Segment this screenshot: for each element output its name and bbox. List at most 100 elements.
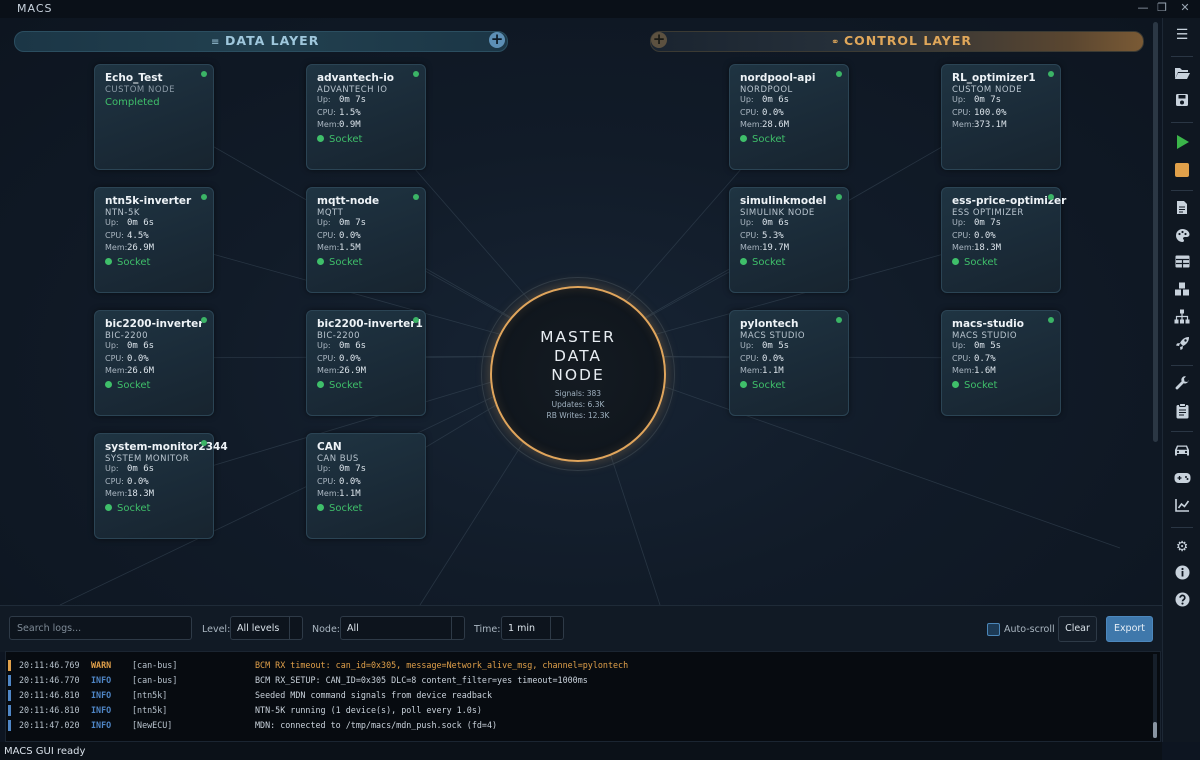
stat-cpu: CPU: 0.0% — [952, 230, 996, 241]
node-type: MACS STUDIO — [740, 331, 806, 341]
stat-cpu: CPU: 4.5% — [105, 230, 149, 241]
stat-mem: Mem:18.3M — [105, 489, 155, 499]
chart-line-icon[interactable] — [1172, 498, 1192, 516]
stat-up: Up: 0m 6s — [105, 464, 155, 474]
node-card-bic2200-inverter1[interactable]: bic2200-inverter1 BIC-2200 Up: 0m 6s CPU:… — [306, 310, 426, 416]
node-title: nordpool-api — [740, 72, 816, 84]
master-data-node[interactable]: MASTER DATA NODE Signals: 383 Updates: 6… — [490, 286, 666, 462]
node-card-echo-test[interactable]: Echo_Test CUSTOM NODE Completed — [94, 64, 214, 170]
title-bar: MACS — ❐ ✕ — [0, 0, 1200, 18]
add-data-node-button[interactable]: + — [489, 32, 505, 48]
status-text: MACS GUI ready — [4, 746, 86, 757]
gamepad-icon[interactable] — [1172, 471, 1192, 489]
stat-mem: Mem:1.1M — [740, 366, 784, 376]
node-card-system-monitor2344[interactable]: system-monitor2344 SYSTEM MONITOR Up: 0m … — [94, 433, 228, 539]
table-icon[interactable] — [1172, 255, 1192, 273]
gear-icon[interactable]: ⚙ — [1172, 538, 1192, 556]
sidebar-divider — [1171, 190, 1193, 191]
node-card-bic2200-inverter[interactable]: bic2200-inverter BIC-2200 Up: 0m 6s CPU: 0… — [94, 310, 214, 416]
node-card-can[interactable]: CAN CAN BUS Up: 0m 7s CPU: 0.0% Mem:1.1M S… — [306, 433, 426, 539]
status-dot — [836, 317, 842, 323]
node-type: SIMULINK NODE — [740, 208, 815, 218]
node-card-mqtt-node[interactable]: mqtt-node MQTT Up: 0m 7s CPU: 0.0% Mem:1.5… — [306, 187, 426, 293]
stat-up: Up: 0m 7s — [952, 95, 1002, 105]
log-output[interactable]: 20:11:46.769 WARN [can-bus] BCM RX timeo… — [5, 651, 1161, 742]
node-card-advantech-io[interactable]: advantech-io ADVANTECH IO Up: 0m 7s CPU: 1… — [306, 64, 426, 170]
node-card-pylontech[interactable]: pylontech MACS STUDIO Up: 0m 5s CPU: 0.0% … — [729, 310, 849, 416]
socket-dot-icon — [105, 503, 112, 511]
status-dot — [201, 317, 207, 323]
node-card-rl-optimizer1[interactable]: RL_optimizer1 CUSTOM NODE Up: 0m 7s CPU: 1… — [941, 64, 1061, 170]
log-search-input[interactable] — [9, 616, 192, 640]
socket-dot-icon — [105, 257, 112, 265]
socket-dot-icon — [740, 380, 747, 388]
data-layer-header: ≡ DATA LAYER — [14, 31, 508, 52]
stat-mem: Mem:26.9M — [105, 243, 155, 253]
clipboard-icon[interactable] — [1172, 403, 1192, 421]
canvas-scrollbar[interactable] — [1153, 22, 1158, 442]
stat-up: Up: 0m 6s — [740, 218, 790, 228]
stat-cpu: CPU: 1.5% — [317, 107, 361, 118]
sidebar-divider — [1171, 365, 1193, 366]
node-type: ESS OPTIMIZER — [952, 208, 1024, 218]
node-card-nordpool-api[interactable]: nordpool-api NORDPOOL Up: 0m 6s CPU: 0.0% … — [729, 64, 849, 170]
time-select[interactable]: 1 min — [501, 616, 564, 640]
log-scrollbar-thumb[interactable] — [1153, 722, 1157, 738]
close-icon[interactable]: ✕ — [1178, 1, 1192, 14]
auto-scroll-checkbox[interactable] — [987, 623, 1000, 636]
level-label: Level: — [202, 624, 231, 635]
node-card-ntn5k-inverter[interactable]: ntn5k-inverter NTN-5K Up: 0m 6s CPU: 4.5% … — [94, 187, 214, 293]
log-row: 20:11:46.810 INFO [ntn5k] NTN-5K running… — [6, 703, 1152, 718]
socket-status: Socket — [105, 380, 203, 391]
node-select[interactable]: All — [340, 616, 465, 640]
stop-icon[interactable] — [1172, 162, 1192, 180]
menu-icon[interactable]: ☰ — [1172, 26, 1192, 44]
rocket-icon[interactable] — [1172, 336, 1192, 354]
palette-icon[interactable] — [1172, 228, 1192, 246]
socket-status: Socket — [952, 380, 1050, 391]
stat-cpu: CPU: 0.0% — [740, 107, 784, 118]
node-title: ess-price-optimizer — [952, 195, 1067, 207]
master-rb-writes: RB Writes: 12.3K — [546, 411, 610, 420]
minimize-icon[interactable]: — — [1136, 1, 1150, 14]
node-type: CUSTOM NODE — [952, 85, 1022, 95]
node-title: ntn5k-inverter — [105, 195, 192, 207]
status-dot — [413, 71, 419, 77]
node-type: BIC-2200 — [317, 331, 360, 341]
stat-mem: Mem:0.9M — [317, 120, 361, 130]
level-select[interactable]: All levels — [230, 616, 303, 640]
socket-status: Socket — [317, 257, 415, 268]
control-layer-label: CONTROL LAYER — [844, 33, 973, 48]
folder-open-icon[interactable] — [1172, 66, 1192, 84]
car-icon[interactable] — [1172, 444, 1192, 462]
node-type: CAN BUS — [317, 454, 359, 464]
cubes-icon[interactable] — [1172, 282, 1192, 300]
master-title-line2: DATA — [554, 347, 602, 365]
network-icon[interactable] — [1172, 309, 1192, 327]
save-icon[interactable] — [1172, 93, 1192, 111]
status-dot — [201, 194, 207, 200]
stat-mem: Mem:19.7M — [740, 243, 790, 253]
stat-mem: Mem:18.3M — [952, 243, 1002, 253]
document-icon[interactable] — [1172, 200, 1192, 218]
log-level-bar — [8, 705, 11, 716]
node-card-simulinkmodel[interactable]: simulinkmodel SIMULINK NODE Up: 0m 6s CPU… — [729, 187, 849, 293]
clear-button[interactable]: Clear — [1058, 616, 1097, 642]
add-control-node-button[interactable]: + — [651, 32, 667, 48]
wrench-icon[interactable] — [1172, 376, 1192, 394]
node-canvas[interactable]: ≡ DATA LAYER + ⚭ CONTROL LAYER + Echo_Te… — [0, 18, 1162, 605]
log-row: 20:11:46.770 INFO [can-bus] BCM RX_SETUP… — [6, 673, 1152, 688]
status-dot — [201, 440, 207, 446]
play-icon[interactable] — [1172, 134, 1192, 152]
chevron-down-icon — [451, 617, 464, 639]
info-icon[interactable] — [1172, 565, 1192, 583]
node-card-ess-price-optimizer[interactable]: ess-price-optimizer ESS OPTIMIZER Up: 0m … — [941, 187, 1067, 293]
sidebar-divider — [1171, 431, 1193, 432]
maximize-icon[interactable]: ❐ — [1155, 1, 1169, 14]
node-card-macs-studio[interactable]: macs-studio MACS STUDIO Up: 0m 5s CPU: 0.7… — [941, 310, 1061, 416]
node-type: NORDPOOL — [740, 85, 793, 95]
export-button[interactable]: Export — [1106, 616, 1153, 642]
list-icon: ≡ — [211, 37, 220, 48]
help-icon[interactable] — [1172, 592, 1192, 610]
node-title: pylontech — [740, 318, 799, 330]
